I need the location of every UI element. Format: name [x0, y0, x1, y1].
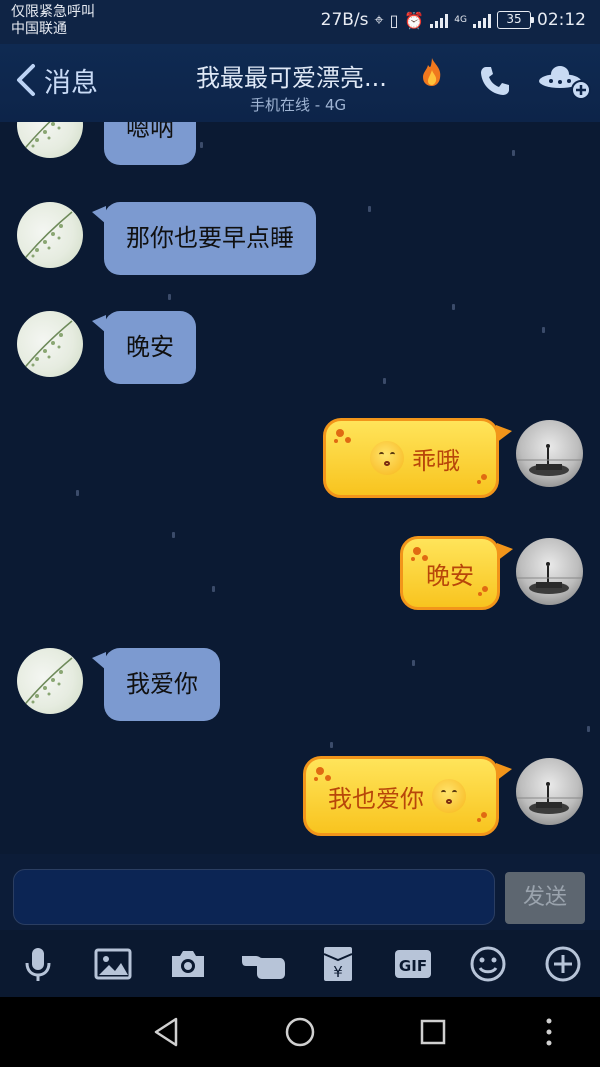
chevron-left-icon: [17, 64, 35, 96]
message-text: 我也爱你: [328, 784, 424, 813]
alarm-icon: ⏰: [404, 10, 425, 30]
status-icons: 27B/s ⌖ ▯ ⏰ 4G 35 02:12: [321, 8, 586, 32]
status-bar: 仅限紧急呼叫 中国联通 27B/s ⌖ ▯ ⏰ 4G 35 02:12: [0, 0, 600, 44]
my-avatar[interactable]: [516, 420, 583, 487]
microphone-icon[interactable]: [18, 944, 58, 984]
signal-2-icon: [473, 12, 491, 28]
contact-avatar[interactable]: [17, 648, 83, 714]
vibrate-icon: ▯: [389, 10, 399, 30]
camera-icon[interactable]: [168, 944, 208, 984]
network-speed: 27B/s: [320, 10, 369, 30]
emoji-icon[interactable]: [468, 944, 508, 984]
composer-toolbar: ¥ GIF: [0, 930, 600, 997]
fire-icon: [423, 58, 441, 86]
bubble-decoration: [411, 547, 428, 561]
network-type: 4G: [454, 14, 467, 25]
svg-text:¥: ¥: [333, 963, 343, 981]
bubble-decoration: [477, 474, 487, 484]
message-text: 晚安: [426, 561, 474, 590]
my-avatar[interactable]: [516, 538, 583, 605]
recents-square-icon[interactable]: [416, 1015, 450, 1049]
ufo-icon[interactable]: [538, 62, 594, 100]
message-bubble-incoming[interactable]: 那你也要早点睡: [92, 202, 316, 275]
carrier-info: 仅限紧急呼叫 中国联通: [11, 4, 95, 38]
home-circle-icon[interactable]: [283, 1015, 317, 1049]
composer: 发送: [0, 854, 600, 930]
signal-1-icon: [430, 12, 449, 28]
kissing-face-emoji: [370, 441, 404, 475]
message-bubble-incoming[interactable]: 晚安: [92, 311, 196, 384]
phone-icon[interactable]: [478, 64, 512, 98]
battery-icon: 35: [497, 11, 534, 29]
bubble-decoration: [478, 586, 488, 596]
message-text: 乖哦: [412, 446, 460, 475]
back-triangle-icon[interactable]: [150, 1015, 184, 1049]
gif-icon[interactable]: GIF: [393, 944, 433, 984]
chat-header: 消息 我最最可爱漂亮... 手机在线 - 4G: [0, 44, 600, 122]
back-label: 消息: [44, 67, 98, 99]
more-options-icon[interactable]: [532, 1015, 566, 1049]
system-navigation-bar: [0, 997, 600, 1067]
carrier-line-2: 中国联通: [11, 21, 67, 37]
gif-label: GIF: [399, 957, 427, 975]
message-bubble-outgoing[interactable]: 乖哦: [323, 418, 512, 498]
kissing-smiling-eyes-emoji: [432, 779, 466, 813]
bubble-decoration: [334, 429, 351, 443]
bubble-decoration: [477, 812, 487, 822]
clock: 02:12: [537, 10, 586, 30]
back-button[interactable]: 消息: [14, 62, 98, 99]
contact-avatar[interactable]: [17, 122, 83, 158]
poke-hand-icon[interactable]: [240, 944, 286, 984]
message-list[interactable]: 嗯呐 那你也要早点睡 晚安 乖哦 晚安 我爱你 我也爱你: [0, 122, 600, 854]
send-button[interactable]: 发送: [505, 872, 585, 924]
carrier-line-1: 仅限紧急呼叫: [11, 4, 95, 20]
message-bubble-incoming[interactable]: 嗯呐: [104, 122, 196, 165]
message-bubble-outgoing[interactable]: 我也爱你: [303, 756, 512, 836]
bubble-decoration: [314, 767, 331, 781]
contact-name[interactable]: 我最最可爱漂亮...: [196, 58, 387, 93]
location-icon: ⌖: [374, 10, 384, 29]
message-bubble-incoming[interactable]: 我爱你: [92, 648, 220, 721]
image-icon[interactable]: [93, 944, 133, 984]
plus-icon[interactable]: [543, 944, 583, 984]
red-packet-icon[interactable]: ¥: [318, 944, 358, 984]
message-input[interactable]: [13, 869, 495, 925]
message-bubble-outgoing[interactable]: 晚安: [400, 536, 513, 610]
contact-avatar[interactable]: [17, 202, 83, 268]
online-status: 手机在线 - 4G: [250, 96, 347, 114]
my-avatar[interactable]: [516, 758, 583, 825]
contact-avatar[interactable]: [17, 311, 83, 377]
